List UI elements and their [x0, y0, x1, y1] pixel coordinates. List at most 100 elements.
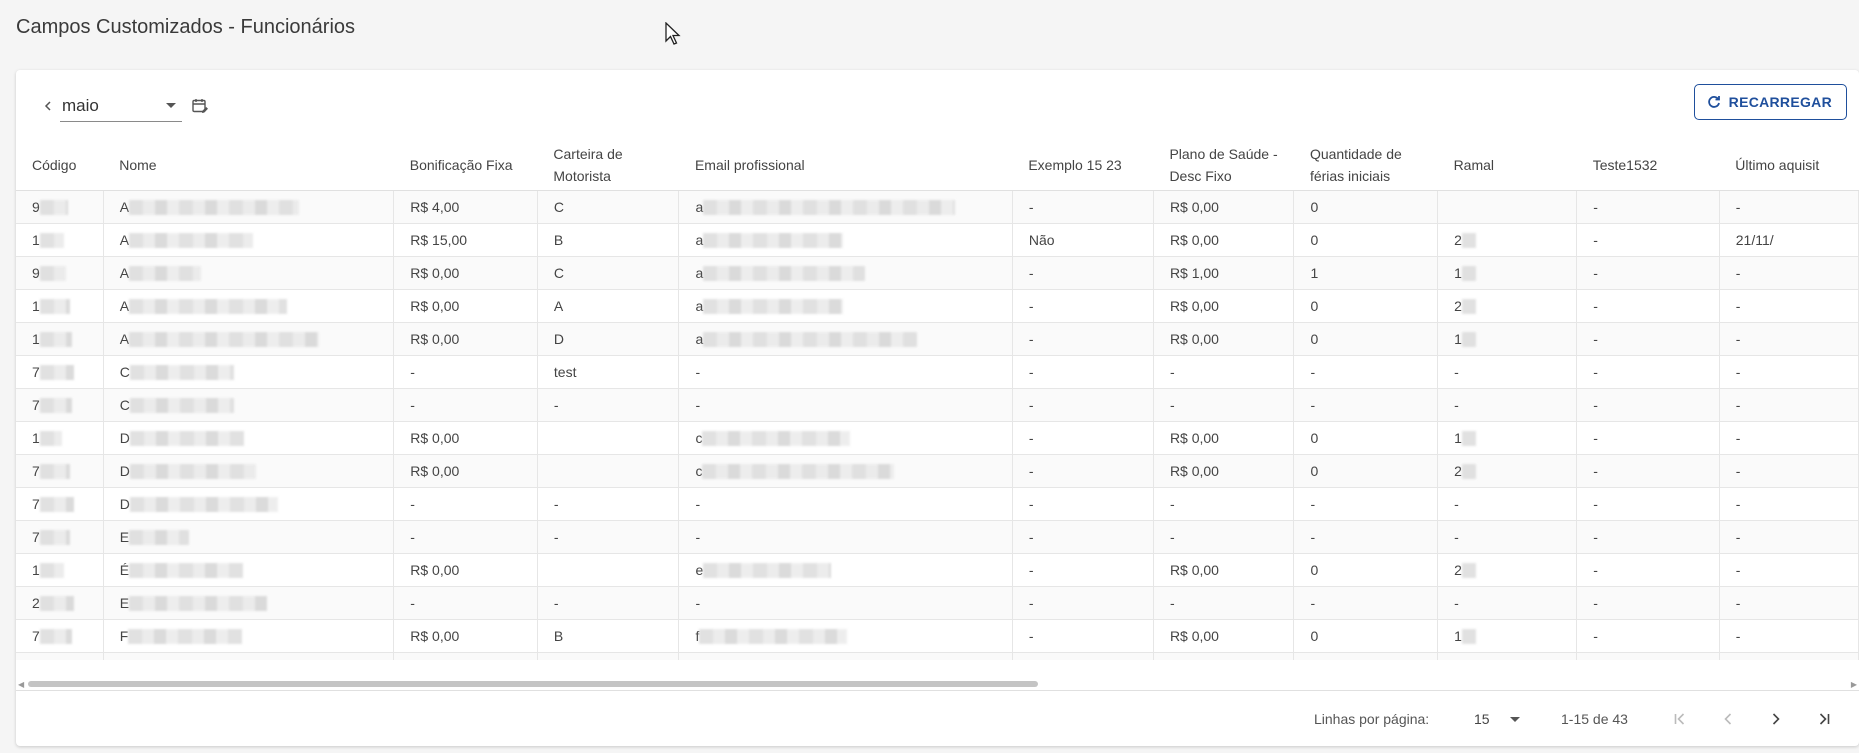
employees-table-container[interactable]: Código Nome Bonificação Fixa Carteira de… [16, 140, 1859, 660]
table-row[interactable]: 7 F R$ 0,00 Bf - R$ 0,00 0 1- - [16, 619, 1859, 653]
redacted-value [1461, 332, 1476, 348]
scroll-right-arrow-icon[interactable]: ▶ [1851, 680, 1857, 689]
table-row[interactable]: 9 A R$ 4,00 Ca - R$ 0,00 0 - - [16, 190, 1859, 224]
column-header-teste[interactable]: Teste1532 [1576, 140, 1720, 191]
cell-ultimo: - [1719, 190, 1859, 224]
horizontal-scrollbar[interactable]: ◀ ▶ [16, 678, 1859, 689]
column-header-ferias[interactable]: Quantidade de férias iniciais [1293, 140, 1438, 191]
cell-ferias-text: - [1310, 397, 1316, 413]
cell-exemplo: - [1012, 619, 1154, 653]
cell-teste: - [1576, 520, 1720, 554]
table-row[interactable]: 2 E - - - - - - - - - [16, 586, 1859, 620]
cell-bonificacao: R$ 0,00 [393, 421, 538, 455]
cell-nome-text: A [119, 198, 130, 215]
column-header-carteira[interactable]: Carteira de Motorista [537, 140, 679, 191]
cell-codigo: 9 [16, 256, 104, 290]
rows-per-page-select[interactable]: 15 [1458, 703, 1526, 733]
table-row[interactable]: 1 D R$ 0,00 c - R$ 0,00 0 1 - - [16, 421, 1859, 455]
cell-plano: R$ 0,00 [1153, 619, 1295, 653]
table-row[interactable]: 1 A R$ 0,00 Aa - R$ 0,00 0 2 - - [16, 289, 1859, 323]
cell-ultimo-text: 21/11/ [1735, 232, 1774, 248]
redacted-value [129, 596, 268, 612]
cell-nome-text: C [119, 363, 130, 380]
cell-codigo: 2 [16, 586, 104, 620]
scrollbar-thumb[interactable] [28, 681, 1038, 687]
column-header-codigo[interactable]: Código [16, 140, 104, 191]
cell-ultimo-text: - [1735, 364, 1741, 380]
cell-email: a [678, 289, 1013, 323]
column-header-email[interactable]: Email profissional [678, 140, 1013, 191]
cell-plano: - [1153, 487, 1295, 521]
cell-exemplo-text: - [1028, 199, 1034, 215]
cell-plano: R$ 0,00 [1153, 289, 1295, 323]
cell-email: c [678, 454, 1013, 488]
cell-ferias-text: 0 [1310, 331, 1319, 347]
next-page-icon[interactable] [1760, 703, 1792, 735]
cell-ultimo-text: - [1735, 298, 1741, 314]
cell-ferias: - [1293, 355, 1439, 389]
cell-carteira-text: A [553, 298, 564, 314]
cell-ramal [1437, 190, 1578, 224]
cell-ferias-text: - [1310, 529, 1316, 545]
previous-page-icon[interactable] [1712, 703, 1744, 735]
last-page-icon[interactable] [1808, 703, 1840, 735]
table-row[interactable]: 7 C - test - - - - - - - [16, 355, 1859, 389]
redacted-value [39, 431, 62, 447]
column-header-exemplo[interactable]: Exemplo 15 23 [1012, 140, 1154, 191]
table-row[interactable]: 1FR$ 0,00fNãoR$ 0,000203/11/ [16, 652, 1859, 660]
cell-email: - [678, 586, 1013, 620]
cell-bonificacao-text: R$ 0,00 [410, 463, 460, 479]
cell-bonificacao-text: R$ 15,00 [410, 232, 468, 248]
cell-teste-text: - [1593, 430, 1598, 446]
redacted-value [702, 431, 851, 447]
redacted-value [1461, 266, 1476, 282]
column-header-ramal[interactable]: Ramal [1437, 140, 1577, 191]
cell-codigo-text: 7 [32, 462, 40, 479]
reload-button[interactable]: RECARREGAR [1693, 84, 1847, 120]
cell-ramal: 2 [1437, 652, 1578, 660]
cell-email-text: c [695, 429, 703, 446]
cell-codigo: 9 [16, 190, 104, 224]
redacted-value [39, 332, 72, 348]
scroll-left-arrow-icon[interactable]: ◀ [18, 680, 24, 689]
cell-plano-text: R$ 0,00 [1169, 628, 1219, 644]
table-header-row: Código Nome Bonificação Fixa Carteira de… [16, 140, 1859, 191]
table-row[interactable]: 1 A R$ 0,00 Da - R$ 0,00 0 1 - - [16, 322, 1859, 356]
column-header-nome[interactable]: Nome [103, 140, 394, 191]
refresh-icon [1707, 96, 1720, 108]
cell-teste-text: - [1593, 298, 1598, 314]
cell-plano-text: - [1169, 595, 1175, 611]
cell-email-text: - [695, 364, 701, 380]
first-page-icon[interactable] [1664, 703, 1696, 735]
cell-ultimo-text: - [1735, 331, 1741, 347]
column-header-ultimo[interactable]: Último aquisit [1719, 140, 1859, 191]
column-header-plano[interactable]: Plano de Saúde - Desc Fixo [1153, 140, 1294, 191]
cell-email: a [678, 256, 1013, 290]
cell-bonificacao: R$ 0,00 [393, 289, 538, 323]
table-row[interactable]: 7 C - - - - - - - - - [16, 388, 1859, 422]
chevron-left-icon[interactable] [38, 96, 58, 116]
cell-teste-text: - [1593, 496, 1598, 512]
cell-nome: F [103, 652, 395, 660]
cell-ultimo-text: - [1735, 562, 1741, 578]
month-select[interactable]: maio [60, 91, 182, 122]
cell-bonificacao: R$ 0,00 [393, 652, 538, 660]
cell-email-text: - [695, 397, 701, 413]
table-row[interactable]: 1 É R$ 0,00 e - R$ 0,00 0 2 - - [16, 553, 1859, 587]
cell-bonificacao: - [393, 520, 538, 554]
cell-email-text: - [695, 496, 701, 512]
calendar-edit-icon[interactable] [188, 94, 212, 118]
cell-carteira-text: C [553, 265, 565, 281]
cell-plano: - [1153, 520, 1295, 554]
table-row[interactable]: 7 D - - - - - - - - - [16, 487, 1859, 521]
cell-teste-text: - [1593, 364, 1598, 380]
table-row[interactable]: 1 A R$ 15,00 Ba Não R$ 0,00 0 2 - 21/11/ [16, 223, 1859, 257]
table-row[interactable]: 9 A R$ 0,00 Ca - R$ 1,00 1 1 - - [16, 256, 1859, 290]
table-row[interactable]: 7 D R$ 0,00 c - R$ 0,00 0 2 - - [16, 454, 1859, 488]
column-header-bonificacao[interactable]: Bonificação Fixa [393, 140, 538, 191]
cell-carteira [537, 421, 680, 455]
cell-exemplo-text: - [1028, 496, 1034, 512]
table-row[interactable]: 7 E - - - - - - - - - [16, 520, 1859, 554]
cell-bonificacao-text: R$ 0,00 [410, 298, 460, 314]
cell-email: a [678, 190, 1013, 224]
